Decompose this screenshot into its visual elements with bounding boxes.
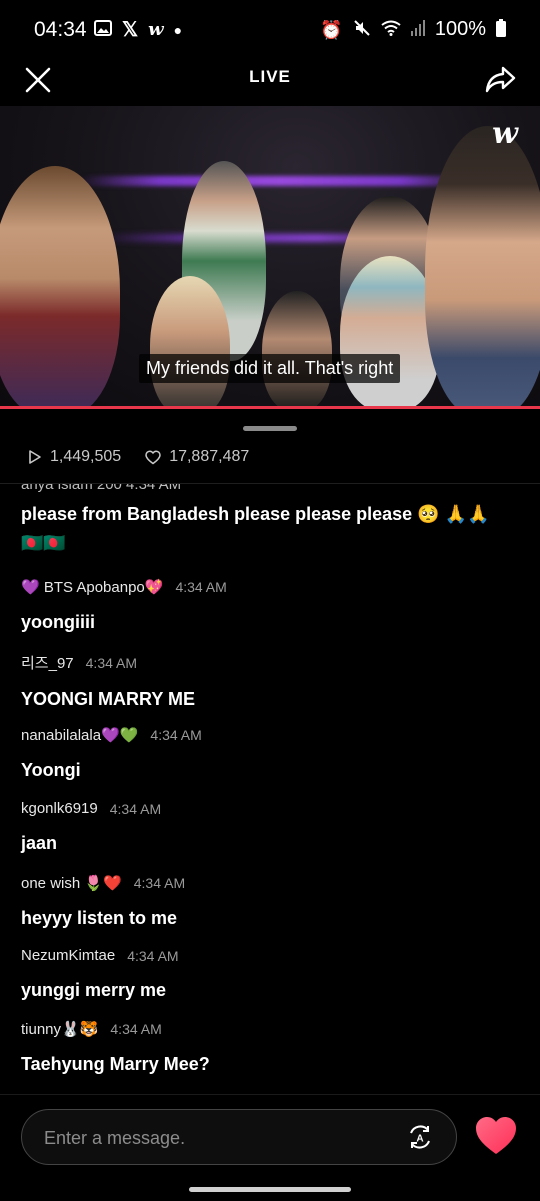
- chat-message: nanabilalala💜💚 4:34 AM Yoongi: [21, 726, 511, 785]
- weverse-logo: w: [492, 116, 518, 151]
- person-figure: [0, 166, 120, 408]
- chat-timestamp: 4:34 AM: [133, 875, 186, 891]
- signal-icon: [410, 19, 425, 40]
- chat-message-text: yoongiiii: [21, 612, 95, 632]
- translate-icon: A: [410, 1125, 430, 1149]
- live-stats: 1,449,505 17,887,487: [28, 448, 249, 466]
- message-input[interactable]: [42, 1110, 406, 1166]
- chat-message: kgonlk6919 4:34 AM jaan: [21, 800, 511, 858]
- stage-light: [80, 176, 480, 186]
- share-button[interactable]: [484, 62, 518, 96]
- chat-message-text: jaan: [21, 833, 58, 853]
- chat-timestamp: 4:34 AM: [110, 1021, 162, 1037]
- play-icon: [29, 450, 41, 464]
- chat-username[interactable]: kgonlk6919: [21, 800, 98, 817]
- like-button[interactable]: [472, 1114, 520, 1158]
- chat-message-text: please from Bangladesh please please ple…: [21, 504, 490, 553]
- message-input-box[interactable]: A: [21, 1109, 457, 1166]
- dot-icon: ●: [173, 22, 183, 38]
- chat-username[interactable]: nanabilalala💜💚: [21, 726, 138, 744]
- heart-outline-icon: [145, 449, 161, 464]
- alarm-icon: ⏰: [320, 19, 343, 40]
- share-icon: [485, 66, 516, 93]
- weverse-icon: w: [148, 19, 164, 40]
- play-count: 1,449,505: [50, 448, 122, 465]
- like-count: 17,887,487: [169, 448, 250, 465]
- gallery-icon: [94, 20, 112, 40]
- mute-icon: [353, 19, 371, 41]
- person-figure: [150, 276, 230, 408]
- battery-level: 100%: [434, 18, 486, 40]
- chat-username[interactable]: 💜 BTS Apobanpo💖: [21, 578, 163, 596]
- chat-message-text: yunggi merry me: [21, 980, 167, 1000]
- chat-meta-partial: anya islam 200 4:34 AM: [21, 484, 182, 493]
- message-composer: A: [0, 1094, 540, 1201]
- page-title: LIVE: [249, 67, 291, 86]
- chat-message: tiunny🐰🐯 4:34 AM Taehyung Marry Mee?: [21, 1020, 511, 1079]
- heart-icon: [476, 1117, 516, 1154]
- chat-timestamp: 4:34 AM: [150, 727, 202, 743]
- chat-message-text: Taehyung Marry Mee?: [21, 1054, 210, 1074]
- battery-icon: [496, 18, 506, 41]
- status-time: 04:34: [34, 18, 87, 41]
- chat-message: please from Bangladesh please please ple…: [21, 500, 511, 558]
- chat-message-text: Yoongi: [21, 760, 81, 780]
- x-icon: 𝕏: [122, 19, 139, 41]
- chat-message: NezumKimtae 4:34 AM yunggi merry me: [21, 947, 511, 1005]
- chat-username[interactable]: tiunny🐰🐯: [21, 1020, 98, 1038]
- home-indicator[interactable]: [189, 1187, 351, 1192]
- svg-text:A: A: [416, 1134, 423, 1145]
- video-caption: My friends did it all. That's right: [139, 354, 401, 383]
- chat-message-text: heyyy listen to me: [21, 908, 178, 928]
- chat-timestamp: 4:34 AM: [127, 947, 179, 964]
- translate-button[interactable]: A: [406, 1123, 434, 1151]
- chat-message-text: YOONGI MARRY ME: [21, 689, 196, 709]
- status-bar: 04:34 𝕏 w ● ⏰ 100%: [0, 0, 540, 60]
- chat-message: 💜 BTS Apobanpo💖 4:34 AM yoongiiii: [21, 578, 511, 637]
- person-figure: [262, 291, 332, 408]
- chat-username[interactable]: one wish 🌷❤️: [21, 874, 122, 892]
- chat-list[interactable]: anya islam 200 4:34 AM please from Bangl…: [0, 484, 540, 1090]
- chat-timestamp: 4:34 AM: [109, 800, 162, 817]
- wifi-icon: [381, 20, 401, 40]
- chat-username[interactable]: NezumKimtae: [21, 947, 115, 964]
- live-progress-line: [0, 406, 540, 409]
- live-header: LIVE: [0, 60, 540, 106]
- chat-message: one wish 🌷❤️ 4:34 AM heyyy listen to me: [21, 874, 511, 933]
- person-figure: [425, 126, 540, 408]
- chat-message: 리즈_97 4:34 AM YOONGI MARRY ME: [21, 652, 511, 714]
- chat-username[interactable]: 리즈_97: [21, 652, 74, 673]
- chat-timestamp: 4:34 AM: [85, 654, 138, 671]
- drag-handle[interactable]: [243, 426, 297, 431]
- live-video[interactable]: w My friends did it all. That's right: [0, 106, 540, 408]
- chat-timestamp: 4:34 AM: [175, 579, 227, 595]
